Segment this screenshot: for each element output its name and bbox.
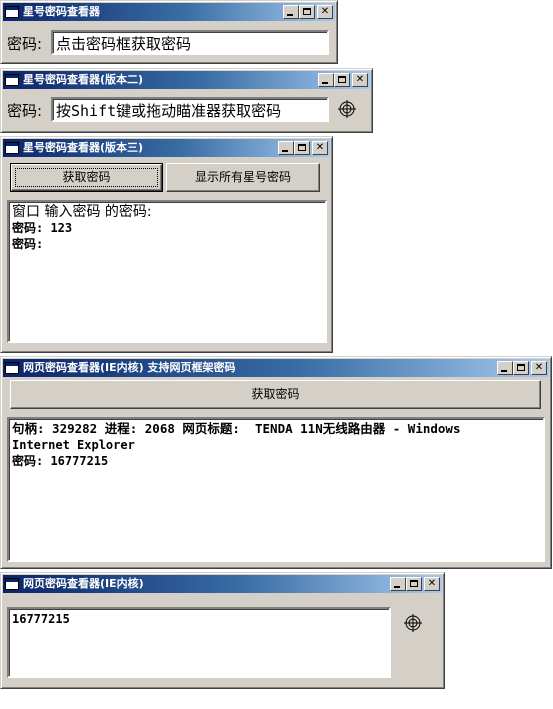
window-title: 星号密码查看器 — [23, 5, 100, 18]
close-icon[interactable]: ✕ — [424, 577, 440, 591]
minimize-icon[interactable] — [278, 141, 294, 155]
get-password-button[interactable]: 获取密码 — [10, 163, 163, 192]
maximize-icon[interactable] — [513, 361, 529, 375]
minimize-icon[interactable] — [283, 5, 299, 19]
minimize-icon[interactable] — [390, 577, 406, 591]
output-line: 16777215 — [12, 612, 70, 626]
app-icon — [5, 6, 19, 18]
app-icon — [5, 362, 19, 374]
minimize-icon[interactable] — [497, 361, 513, 375]
app-icon — [5, 578, 19, 590]
close-icon[interactable]: ✕ — [531, 361, 547, 375]
get-password-button[interactable]: 获取密码 — [10, 380, 541, 409]
crosshair-icon[interactable] — [404, 614, 422, 632]
title-bar[interactable]: 网页密码查看器(IE内核) 支持网页框架密码 ✕ — [3, 359, 549, 377]
window-title: 星号密码查看器(版本二) — [23, 73, 144, 86]
window-asterisk-viewer-v2: 星号密码查看器(版本二) ✕ 密码: 按Shift键或拖动瞄准器获取密码 — [0, 68, 373, 133]
close-icon[interactable]: ✕ — [317, 5, 333, 19]
output-textarea[interactable]: 窗口 输入密码 的密码: 密码: 123 密码: — [7, 200, 327, 343]
title-bar[interactable]: 星号密码查看器 ✕ — [3, 3, 335, 21]
minimize-icon[interactable] — [318, 73, 334, 87]
window-asterisk-viewer-v3: 星号密码查看器(版本三) ✕ 获取密码 显示所有星号密码 窗口 输入密码 的密码… — [0, 136, 333, 353]
output-line: 窗口 输入密码 的密码: — [12, 204, 152, 220]
title-bar[interactable]: 星号密码查看器(版本三) ✕ — [3, 139, 330, 157]
show-all-passwords-button[interactable]: 显示所有星号密码 — [166, 163, 320, 192]
window-web-password-viewer-frames: 网页密码查看器(IE内核) 支持网页框架密码 ✕ 获取密码 句柄: 329282… — [0, 356, 552, 569]
close-icon[interactable]: ✕ — [352, 73, 368, 87]
title-bar[interactable]: 星号密码查看器(版本二) ✕ — [3, 71, 370, 89]
window-web-password-viewer-ie: 网页密码查看器(IE内核) ✕ 16777215 — [0, 572, 445, 689]
output-line: 句柄: 329282 进程: 2068 网页标题: TENDA 11N无线路由器… — [12, 421, 461, 436]
password-field[interactable]: 点击密码框获取密码 — [51, 30, 329, 55]
close-icon[interactable]: ✕ — [312, 141, 328, 155]
password-field[interactable]: 按Shift键或拖动瞄准器获取密码 — [51, 97, 329, 122]
output-line: 密码: 123 — [12, 221, 73, 235]
password-label: 密码: — [7, 35, 43, 53]
window-title: 星号密码查看器(版本三) — [23, 141, 144, 154]
window-title: 网页密码查看器(IE内核) — [23, 577, 144, 590]
maximize-icon[interactable] — [294, 141, 310, 155]
password-label: 密码: — [7, 102, 43, 120]
window-title: 网页密码查看器(IE内核) 支持网页框架密码 — [23, 361, 236, 374]
maximize-icon[interactable] — [406, 577, 422, 591]
crosshair-icon[interactable] — [338, 100, 356, 118]
window-asterisk-viewer-v1: 星号密码查看器 ✕ 密码: 点击密码框获取密码 — [0, 0, 338, 64]
app-icon — [5, 74, 19, 86]
maximize-icon[interactable] — [334, 73, 350, 87]
output-textarea[interactable]: 句柄: 329282 进程: 2068 网页标题: TENDA 11N无线路由器… — [7, 417, 545, 562]
app-icon — [5, 142, 19, 154]
title-bar[interactable]: 网页密码查看器(IE内核) ✕ — [3, 575, 442, 593]
output-textarea[interactable]: 16777215 — [7, 607, 391, 678]
output-line: 密码: 16777215 — [12, 454, 109, 468]
output-line: 密码: — [12, 237, 44, 251]
maximize-icon[interactable] — [299, 5, 315, 19]
output-line: Internet Explorer — [12, 438, 135, 452]
